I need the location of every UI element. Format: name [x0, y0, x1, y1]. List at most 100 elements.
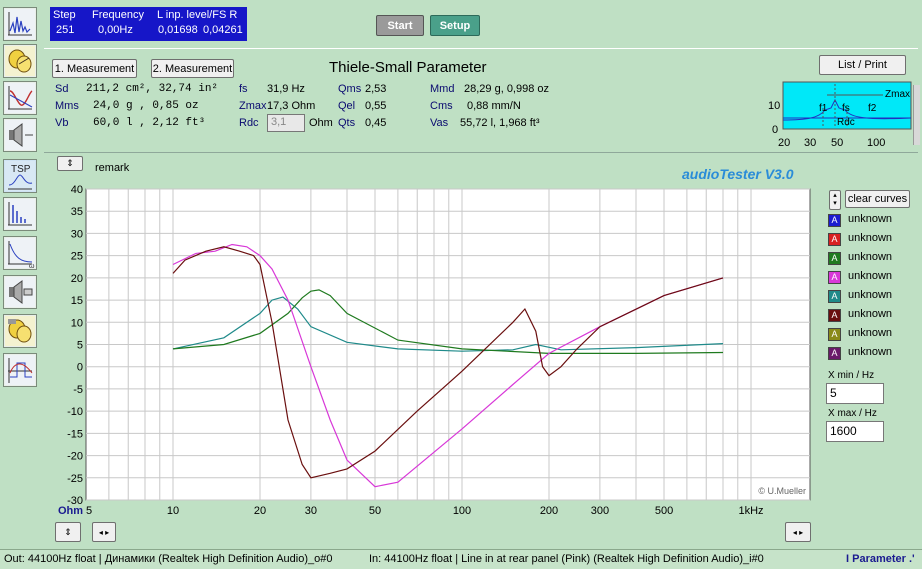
tab-measurement-2[interactable]: 2. Measurement — [151, 59, 234, 78]
mini-fs-label: fs — [842, 103, 850, 114]
x-min-input[interactable]: 5 — [826, 383, 884, 404]
legend-swatch[interactable]: A — [828, 328, 841, 341]
tab-measurement-1[interactable]: 1. Measurement — [52, 59, 137, 78]
legend-item-label: unknown — [848, 346, 893, 358]
y-tick-label: 20 — [71, 273, 83, 285]
qms-value: 2,53 — [365, 83, 387, 95]
sidebar-spectrum-button[interactable] — [3, 81, 37, 115]
legend-item-label: unknown — [848, 327, 893, 339]
vas-value: 55,72 l, 1,968 ft³ — [460, 117, 540, 129]
scroll-arrows-icon: ◂ ▸ — [98, 527, 110, 537]
speaker-parts-2-icon — [5, 316, 35, 346]
status-parameter: I Parameter .' — [846, 553, 915, 565]
input-level-left-value: 0,01698 — [158, 24, 198, 36]
impedance-chart[interactable]: 4035302520151050-5-10-15-20-25-305 10 20 30… — [56, 180, 816, 520]
legend-swatch[interactable]: A — [828, 252, 841, 265]
y-tick-label: -25 — [67, 473, 83, 485]
y-scroll-button[interactable]: ⇕ — [55, 522, 81, 542]
vas-label: Vas — [430, 117, 449, 129]
mini-rdc-label: Rdc — [837, 117, 855, 128]
rdc-input[interactable]: 3,1 — [267, 114, 305, 132]
mms-label: Mms — [55, 100, 79, 112]
cms-label: Cms — [430, 100, 453, 112]
legend-swatch[interactable]: A — [828, 290, 841, 303]
y-tick-label: 25 — [71, 251, 83, 263]
y-tick-label: 40 — [71, 184, 83, 196]
svg-text:ω: ω — [29, 263, 35, 268]
double-arrow-icon: ⇕ — [66, 158, 74, 168]
sidebar-speaker-button[interactable] — [3, 118, 37, 152]
sd-value: 211,2 cm², 32,74 in² — [86, 83, 219, 95]
mini-zmax-label: Zmax — [885, 89, 910, 100]
x-tick-label: 50 — [369, 505, 381, 517]
mini-plot-scrollbar[interactable] — [913, 85, 920, 145]
measurement-status-panel: Step 251 Frequency 0,00Hz L inp. level/F… — [50, 7, 247, 41]
frequency-response-icon — [5, 199, 35, 229]
mini-x-tick: 50 — [831, 137, 843, 148]
sidebar-speaker-measure-button[interactable] — [3, 275, 37, 309]
x-tick-label: 1kHz — [738, 505, 763, 517]
step-label: Step — [53, 9, 76, 21]
x-tick-label: 30 — [305, 505, 317, 517]
impedance-icon: ω — [5, 238, 35, 268]
x-tick-label: 500 — [655, 505, 673, 517]
setup-button[interactable]: Setup — [430, 15, 480, 36]
input-level-right-value: 0,04261 — [203, 24, 243, 36]
frequency-value: 0,00Hz — [98, 24, 133, 36]
y-unit-label: Ohm — [58, 505, 83, 517]
qts-value: 0,45 — [365, 117, 387, 129]
legend-swatch[interactable]: A — [828, 347, 841, 360]
x-scroll-left-button[interactable]: ◂ ▸ — [92, 522, 116, 542]
x-tick-label: 300 — [591, 505, 609, 517]
mini-x-tick: 30 — [804, 137, 816, 148]
y-tick-label: 10 — [71, 317, 83, 329]
tsp-label: TSP — [11, 164, 31, 175]
up-down-arrow-icon: ⇕ — [64, 526, 72, 537]
sidebar-waveform-button[interactable] — [3, 7, 37, 41]
status-input-device: In: 44100Hz float | Line in at rear pane… — [369, 553, 764, 565]
speaker-parts-icon — [5, 46, 35, 76]
sidebar-frequency-response-button[interactable] — [3, 197, 37, 231]
legend-swatch[interactable]: A — [828, 214, 841, 227]
legend-item-label: unknown — [848, 232, 893, 244]
qel-value: 0,55 — [365, 100, 387, 112]
x-tick-label: 10 — [167, 505, 179, 517]
frequency-label: Frequency — [92, 9, 144, 21]
x-max-label: X max / Hz — [828, 408, 877, 419]
tsp-icon: TSP — [5, 161, 35, 191]
x-max-input[interactable]: 1600 — [826, 421, 884, 442]
x-min-label: X min / Hz — [828, 370, 875, 381]
sidebar-speaker-parts-button[interactable] — [3, 44, 37, 78]
x-zoom-right-button[interactable]: ◂ ▸ — [785, 522, 811, 542]
sidebar-impedance-button[interactable]: ω — [3, 236, 37, 270]
legend-scroll-button[interactable]: ▴ ▾ — [829, 190, 841, 210]
y-tick-label: -10 — [67, 406, 83, 418]
mini-y-tick: 0 — [772, 124, 778, 136]
legend-swatch[interactable]: A — [828, 233, 841, 246]
step-value: 251 — [56, 24, 75, 36]
x-tick-label: 5 — [86, 505, 92, 517]
y-tick-label: 15 — [71, 295, 83, 307]
legend-item-label: unknown — [848, 289, 893, 301]
sidebar-tsp-button[interactable]: TSP — [3, 159, 37, 193]
speaker-measure-icon — [5, 277, 35, 307]
x-tick-label: 100 — [453, 505, 471, 517]
scroll-arrows-icon: ◂ ▸ — [792, 527, 804, 537]
clear-curves-button[interactable]: clear curves — [845, 190, 910, 208]
mmd-value: 28,29 g, 0,998 oz — [464, 83, 550, 95]
rdc-unit: Ohm — [309, 117, 333, 129]
x-tick-label: 200 — [540, 505, 558, 517]
qts-label: Qts — [338, 117, 356, 129]
legend-swatch[interactable]: A — [828, 309, 841, 322]
legend-swatch[interactable]: A — [828, 271, 841, 284]
vb-label: Vb — [55, 117, 69, 129]
y-tick-label: 5 — [77, 340, 83, 352]
credit-label: © U.Mueller — [758, 486, 806, 496]
start-button[interactable]: Start — [376, 15, 424, 36]
plot-header-toggle-button[interactable]: ⇕ — [57, 156, 83, 171]
list-print-button[interactable]: List / Print — [819, 55, 906, 75]
y-tick-label: -20 — [67, 451, 83, 463]
sidebar-step-response-button[interactable] — [3, 353, 37, 387]
sidebar-speaker-parts-2-button[interactable] — [3, 314, 37, 348]
page-title: Thiele-Small Parameter — [329, 59, 487, 76]
